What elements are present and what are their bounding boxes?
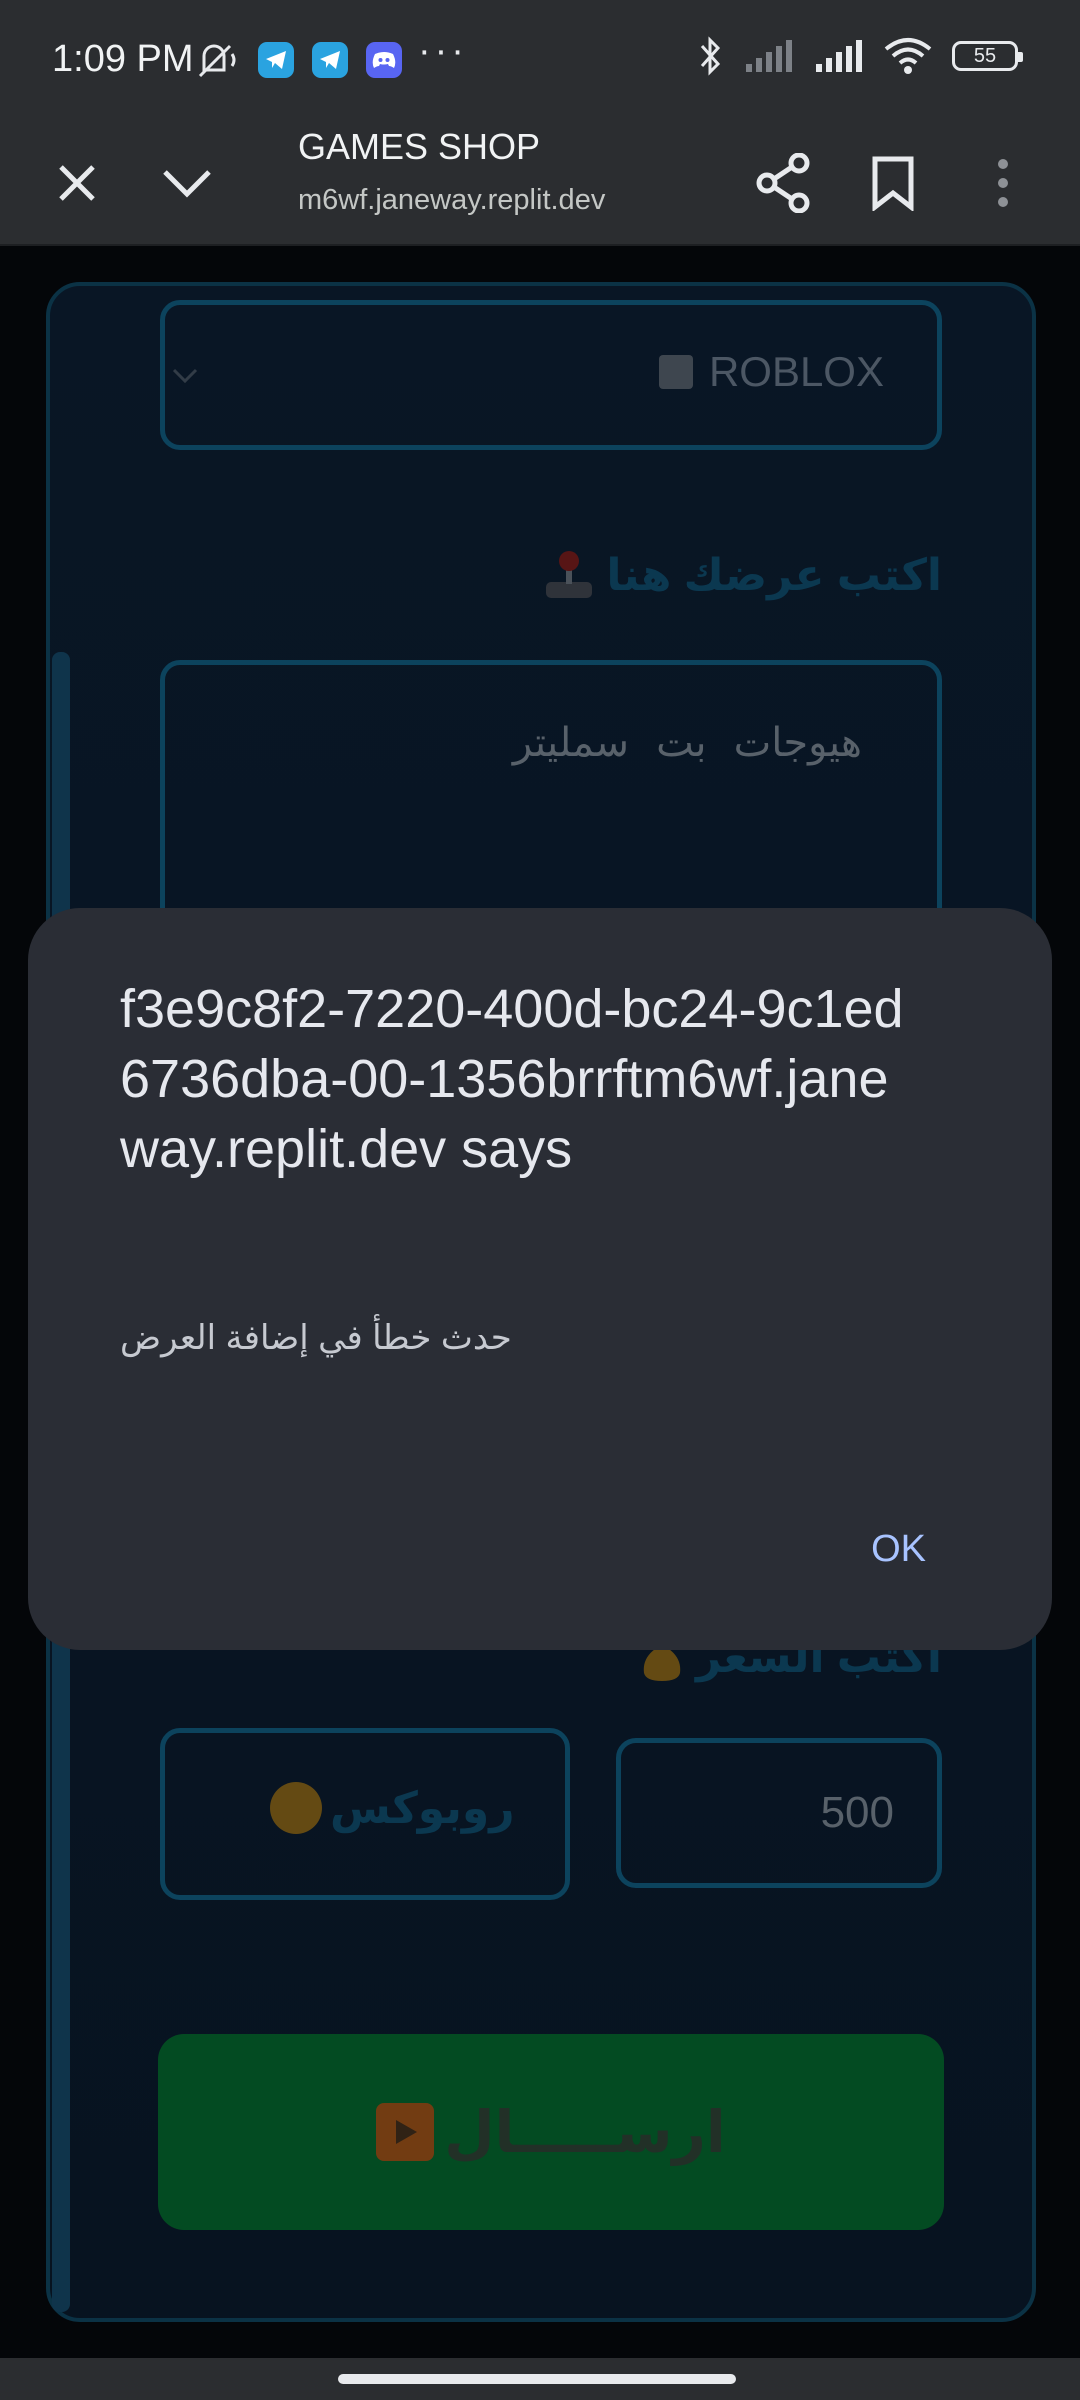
signal-icon — [816, 40, 862, 72]
share-button[interactable] — [738, 138, 828, 228]
alert-dialog: f3e9c8f2-7220-400d-bc24-9c1ed6736dba-00-… — [28, 908, 1052, 1650]
status-bar: 1:09 PM ··· 55 — [0, 0, 1080, 118]
status-time: 1:09 PM — [52, 38, 194, 80]
mute-vibrate-icon — [198, 44, 236, 78]
menu-button[interactable] — [958, 138, 1048, 228]
more-notifications-icon: ··· — [418, 30, 468, 72]
bluetooth-icon — [700, 36, 721, 76]
dialog-title: f3e9c8f2-7220-400d-bc24-9c1ed6736dba-00-… — [120, 979, 904, 1179]
battery-level: 55 — [973, 44, 997, 67]
page-url[interactable]: m6wf.janeway.replit.dev — [298, 184, 618, 217]
signal-icon — [746, 40, 792, 72]
ok-button[interactable]: OK — [865, 1518, 932, 1581]
system-icons: 55 — [698, 36, 1023, 76]
page-title: GAMES SHOP — [298, 126, 541, 167]
share-icon — [756, 153, 810, 213]
wifi-icon — [884, 38, 932, 74]
home-gesture-bar[interactable] — [338, 2374, 736, 2384]
bookmark-button[interactable] — [848, 138, 938, 228]
chevron-down-icon — [163, 170, 211, 198]
battery-icon: 55 — [952, 41, 1023, 71]
close-icon — [59, 165, 95, 201]
dialog-message: حدث خطأ في إضافة العرض — [120, 1319, 512, 1357]
telegram-icon — [258, 42, 294, 78]
bookmark-icon — [872, 156, 914, 211]
system-nav-bar — [0, 2358, 1080, 2400]
telegram-icon — [312, 42, 348, 78]
discord-icon — [366, 42, 402, 78]
close-tab-button[interactable] — [32, 138, 122, 228]
notification-icons — [196, 40, 402, 80]
minimize-button[interactable] — [142, 138, 232, 228]
more-vert-icon — [998, 159, 1008, 207]
